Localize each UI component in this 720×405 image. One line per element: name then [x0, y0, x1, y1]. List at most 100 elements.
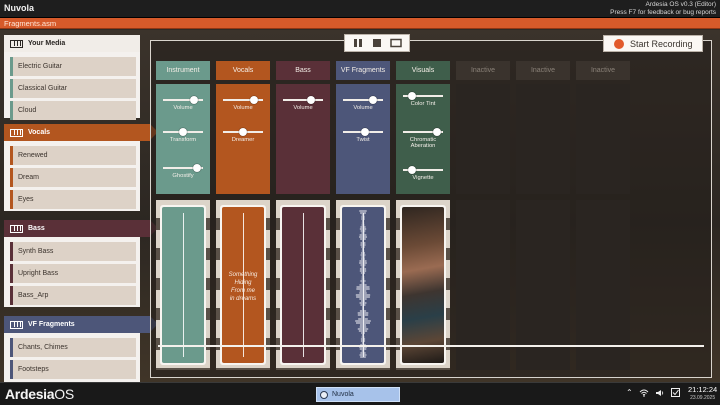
pause-icon [354, 39, 363, 47]
effect-slider[interactable]: Dreamer [223, 128, 263, 144]
track-header[interactable]: Instrument [156, 61, 210, 80]
wifi-icon[interactable] [639, 389, 649, 397]
slider-knob[interactable] [433, 128, 442, 136]
effect-slider[interactable]: Twist [343, 128, 383, 144]
slider-label: Volume [353, 105, 373, 111]
slider-knob[interactable] [190, 96, 199, 104]
sidebar-media-item[interactable]: Synth Bass [10, 242, 136, 261]
record-dot-icon [614, 38, 624, 49]
loop-button[interactable] [389, 37, 403, 49]
slider-knob[interactable] [360, 128, 369, 136]
sidebar-group-header[interactable]: Bass [4, 220, 158, 237]
slider-label: Twist [356, 137, 370, 143]
sidebar-media-item[interactable]: Cloud [10, 101, 136, 120]
piano-keys-icon [10, 224, 23, 233]
track-header[interactable]: VF Fragments [336, 61, 390, 80]
sidebar-group-header[interactable]: VF Fragments [4, 316, 158, 333]
track-effects-panel: Volume Twist [336, 84, 390, 194]
sidebar-media-item[interactable]: Renewed [10, 146, 136, 165]
inactive-track-panel [456, 84, 510, 194]
waveform-clip [342, 207, 384, 363]
inactive-track-panel [516, 84, 570, 194]
sidebar-group-label: Vocals [28, 129, 51, 136]
os-start-button[interactable]: ArdesiaOS [5, 386, 74, 402]
slider-knob[interactable] [193, 164, 202, 172]
sidebar-media-item[interactable]: Eyes [10, 190, 136, 209]
track-header[interactable]: Vocals [216, 61, 270, 80]
sidebar-group-header[interactable]: Your Media [4, 35, 140, 52]
sidebar-media-item[interactable]: Electric Guitar [10, 57, 136, 76]
checkbox-icon[interactable] [670, 388, 680, 397]
file-bar: Fragments.asm [0, 18, 720, 29]
os-version: Ardesia OS v0.3 (Editor) [645, 1, 716, 8]
effect-slider[interactable]: Vignette [403, 166, 443, 182]
lyrics-text: Something Hiding From me in dreams [228, 272, 258, 302]
track-effects-panel: Volume [276, 84, 330, 194]
sidebar-media-item[interactable]: Upright Bass [10, 264, 136, 283]
track-header[interactable]: Inactive [516, 61, 570, 80]
stop-button[interactable] [370, 37, 384, 49]
effect-slider[interactable]: Color Tint [403, 92, 443, 108]
slider-track [343, 99, 383, 101]
chevron-up-icon[interactable]: ⌃ [626, 388, 633, 397]
clip-frame[interactable] [160, 205, 206, 365]
os-version-info: Ardesia OS v0.3 (Editor) Press F7 for fe… [610, 1, 716, 17]
pause-button[interactable] [351, 37, 365, 49]
sidebar-group-label: Your Media [28, 40, 66, 47]
slider-knob[interactable] [368, 96, 377, 104]
slider-label: Color Tint [410, 101, 436, 107]
clip-frame[interactable] [340, 205, 386, 365]
slider-knob[interactable] [179, 128, 187, 136]
slider-knob[interactable] [250, 96, 259, 104]
slider-label: Dreamer [231, 137, 255, 143]
effect-slider[interactable]: Volume [163, 96, 203, 112]
file-name: Fragments.asm [4, 19, 57, 28]
os-name-a: Ardesia [5, 386, 55, 402]
app-title: Nuvola [4, 3, 35, 13]
effect-slider[interactable]: Volume [223, 96, 263, 112]
track-header[interactable]: Inactive [576, 61, 630, 80]
slider-knob[interactable] [307, 96, 315, 104]
playhead-line[interactable] [158, 345, 704, 347]
effect-slider[interactable]: Volume [283, 96, 323, 112]
stop-icon [372, 39, 381, 47]
sidebar-media-item[interactable]: Bass_Arp [10, 286, 136, 305]
sidebar-group-label: Bass [28, 225, 45, 232]
app-icon [320, 390, 328, 399]
os-name-b: OS [54, 386, 74, 402]
slider-label: Volume [173, 105, 193, 111]
sidebar-group-header[interactable]: Vocals [4, 124, 158, 141]
track-effects-panel: Color Tint Chromatic Aberation Vignette [396, 84, 450, 194]
clock-time: 21:12:24 [688, 385, 718, 394]
waveform-clip [162, 207, 204, 363]
clock[interactable]: 21:12:24 23.09.2025 [688, 386, 717, 402]
waveform-line [303, 213, 304, 357]
slider-knob[interactable] [239, 128, 247, 136]
track-header[interactable]: Visuals [396, 61, 450, 80]
waveform-line [183, 213, 184, 357]
effect-slider[interactable]: Ghostify [163, 164, 203, 180]
slider-knob[interactable] [407, 92, 416, 100]
slider-knob[interactable] [407, 166, 416, 174]
effect-slider[interactable]: Transform [163, 128, 203, 144]
clip-frame[interactable]: Something Hiding From me in dreams [220, 205, 266, 365]
sidebar-media-item[interactable]: Footsteps [10, 360, 136, 379]
volume-icon[interactable] [655, 389, 665, 397]
film-clapper-icon [10, 39, 23, 48]
track-header[interactable]: Inactive [456, 61, 510, 80]
clip-frame[interactable] [400, 205, 446, 365]
clip-frame[interactable] [280, 205, 326, 365]
sidebar-media-item[interactable]: Classical Guitar [10, 79, 136, 98]
taskbar-app-nuvola[interactable]: Nuvola [316, 387, 400, 402]
waveform-peaks [355, 210, 371, 358]
slider-label: Transform [169, 137, 197, 143]
start-recording-button[interactable]: Start Recording [603, 35, 703, 52]
slider-label: Vignette [412, 175, 434, 181]
effect-slider[interactable]: Chromatic Aberation [403, 128, 443, 149]
effect-slider[interactable]: Volume [343, 96, 383, 112]
sidebar-media-item[interactable]: Dream [10, 168, 136, 187]
sidebar-media-item[interactable]: Chants, Chimes [10, 338, 136, 357]
start-recording-label: Start Recording [630, 38, 693, 49]
system-tray: ⌃ [626, 388, 680, 397]
track-header[interactable]: Bass [276, 61, 330, 80]
